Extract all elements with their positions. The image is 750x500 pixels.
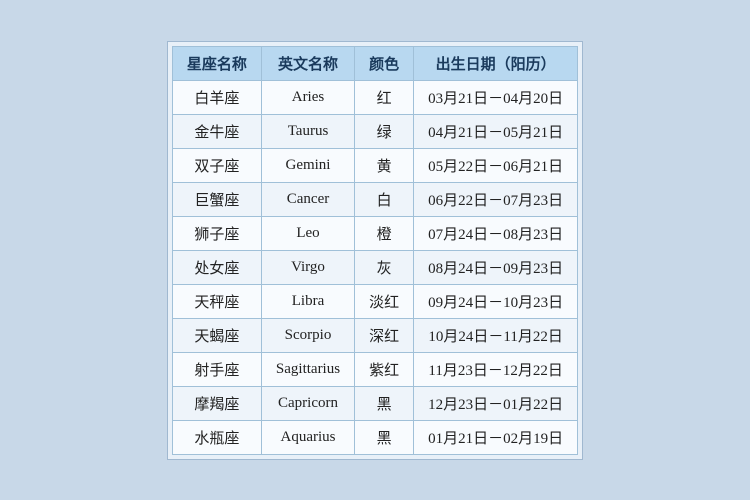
cell-r3-c1: Cancer	[261, 182, 354, 216]
cell-r9-c3: 12月23日－01月22日	[414, 386, 578, 420]
cell-r2-c0: 双子座	[172, 148, 261, 182]
cell-r7-c2: 深红	[355, 318, 414, 352]
cell-r6-c0: 天秤座	[172, 284, 261, 318]
cell-r4-c0: 狮子座	[172, 216, 261, 250]
cell-r10-c0: 水瓶座	[172, 420, 261, 454]
zodiac-table-wrapper: 星座名称英文名称颜色出生日期（阳历） 白羊座Aries红03月21日－04月20…	[167, 41, 583, 460]
cell-r8-c3: 11月23日－12月22日	[414, 352, 578, 386]
col-header-3: 出生日期（阳历）	[414, 46, 578, 80]
cell-r1-c0: 金牛座	[172, 114, 261, 148]
cell-r5-c2: 灰	[355, 250, 414, 284]
cell-r0-c3: 03月21日－04月20日	[414, 80, 578, 114]
table-header-row: 星座名称英文名称颜色出生日期（阳历）	[172, 46, 577, 80]
cell-r3-c3: 06月22日－07月23日	[414, 182, 578, 216]
cell-r7-c0: 天蝎座	[172, 318, 261, 352]
table-row: 天秤座Libra淡红09月24日－10月23日	[172, 284, 577, 318]
cell-r10-c3: 01月21日－02月19日	[414, 420, 578, 454]
table-row: 水瓶座Aquarius黑01月21日－02月19日	[172, 420, 577, 454]
cell-r6-c3: 09月24日－10月23日	[414, 284, 578, 318]
table-row: 处女座Virgo灰08月24日－09月23日	[172, 250, 577, 284]
cell-r4-c1: Leo	[261, 216, 354, 250]
cell-r9-c1: Capricorn	[261, 386, 354, 420]
cell-r10-c2: 黑	[355, 420, 414, 454]
cell-r2-c2: 黄	[355, 148, 414, 182]
cell-r7-c1: Scorpio	[261, 318, 354, 352]
cell-r8-c2: 紫红	[355, 352, 414, 386]
table-row: 白羊座Aries红03月21日－04月20日	[172, 80, 577, 114]
col-header-0: 星座名称	[172, 46, 261, 80]
cell-r4-c2: 橙	[355, 216, 414, 250]
cell-r1-c2: 绿	[355, 114, 414, 148]
cell-r6-c2: 淡红	[355, 284, 414, 318]
cell-r7-c3: 10月24日－11月22日	[414, 318, 578, 352]
table-row: 巨蟹座Cancer白06月22日－07月23日	[172, 182, 577, 216]
cell-r8-c1: Sagittarius	[261, 352, 354, 386]
cell-r2-c1: Gemini	[261, 148, 354, 182]
cell-r1-c1: Taurus	[261, 114, 354, 148]
table-row: 摩羯座Capricorn黑12月23日－01月22日	[172, 386, 577, 420]
col-header-2: 颜色	[355, 46, 414, 80]
cell-r5-c0: 处女座	[172, 250, 261, 284]
table-row: 金牛座Taurus绿04月21日－05月21日	[172, 114, 577, 148]
cell-r0-c1: Aries	[261, 80, 354, 114]
cell-r8-c0: 射手座	[172, 352, 261, 386]
table-row: 狮子座Leo橙07月24日－08月23日	[172, 216, 577, 250]
cell-r3-c0: 巨蟹座	[172, 182, 261, 216]
cell-r0-c0: 白羊座	[172, 80, 261, 114]
cell-r1-c3: 04月21日－05月21日	[414, 114, 578, 148]
cell-r10-c1: Aquarius	[261, 420, 354, 454]
table-row: 天蝎座Scorpio深红10月24日－11月22日	[172, 318, 577, 352]
cell-r3-c2: 白	[355, 182, 414, 216]
cell-r2-c3: 05月22日－06月21日	[414, 148, 578, 182]
cell-r0-c2: 红	[355, 80, 414, 114]
cell-r5-c3: 08月24日－09月23日	[414, 250, 578, 284]
cell-r9-c0: 摩羯座	[172, 386, 261, 420]
cell-r6-c1: Libra	[261, 284, 354, 318]
table-row: 射手座Sagittarius紫红11月23日－12月22日	[172, 352, 577, 386]
col-header-1: 英文名称	[261, 46, 354, 80]
zodiac-table: 星座名称英文名称颜色出生日期（阳历） 白羊座Aries红03月21日－04月20…	[172, 46, 578, 455]
cell-r9-c2: 黑	[355, 386, 414, 420]
cell-r5-c1: Virgo	[261, 250, 354, 284]
table-row: 双子座Gemini黄05月22日－06月21日	[172, 148, 577, 182]
cell-r4-c3: 07月24日－08月23日	[414, 216, 578, 250]
